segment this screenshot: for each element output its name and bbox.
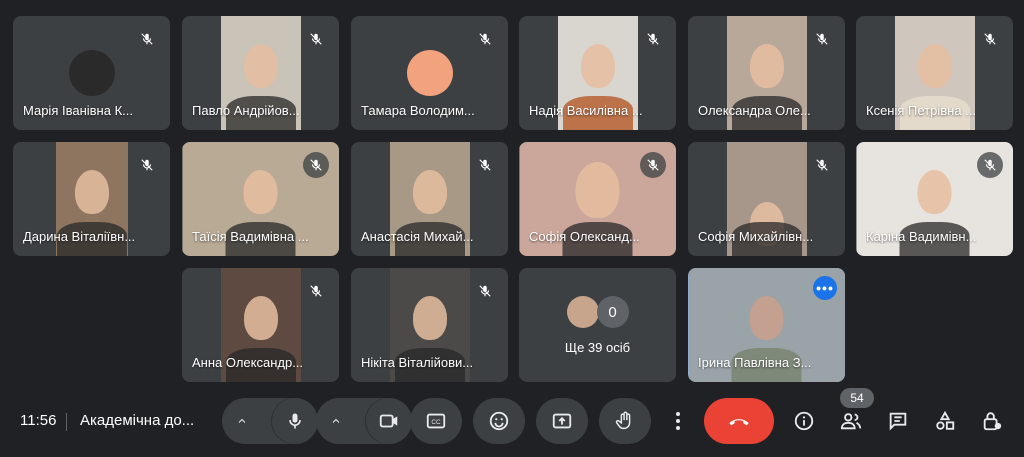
avatar: [566, 296, 599, 328]
participant-name: Анастасія Михай...: [361, 229, 474, 244]
mic-off-icon: [977, 26, 1003, 52]
emoji-button[interactable]: [473, 398, 525, 444]
participant-name: Марія Іванівна К...: [23, 103, 133, 118]
participant-name: Тамара Володим...: [361, 103, 475, 118]
other-participants-tile[interactable]: 0 Ще 39 осіб: [519, 268, 676, 382]
mic-button[interactable]: [272, 398, 318, 444]
participant-name: Софія Михайлівн...: [698, 229, 814, 244]
participant-name: Ксенія Петрівна ...: [866, 103, 976, 118]
avatar: [68, 50, 115, 96]
captions-button[interactable]: CC: [410, 398, 462, 444]
participant-name: Нікіта Віталійови...: [361, 355, 474, 370]
chevron-up-icon[interactable]: [222, 415, 262, 427]
participant-tile[interactable]: Таїсія Вадимівна ...: [182, 142, 339, 256]
participant-name: Каріна Вадимівн...: [866, 229, 977, 244]
other-participants-avatars: 0: [566, 296, 629, 328]
activities-button[interactable]: [932, 408, 958, 434]
captions-icon: CC: [426, 413, 446, 429]
others-count: 0: [596, 296, 629, 328]
mic-off-icon: [303, 278, 329, 304]
mic-off-icon: [809, 152, 835, 178]
mic-off-icon: [303, 26, 329, 52]
participant-name: Надія Василівна ...: [529, 103, 643, 118]
more-options-icon[interactable]: •••: [813, 276, 837, 300]
raise-hand-button[interactable]: [599, 398, 651, 444]
presenter-tile[interactable]: ••• Ірина Павлівна З...: [688, 268, 845, 382]
mic-off-icon: [303, 152, 329, 178]
participant-name: Таїсія Вадимівна ...: [192, 229, 309, 244]
participant-name: Олександра Оле...: [698, 103, 811, 118]
present-button[interactable]: [536, 398, 588, 444]
meeting-title: Академічна до...: [80, 412, 195, 429]
participant-tile[interactable]: Дарина Віталіївн...: [13, 142, 170, 256]
participant-tile[interactable]: Нікіта Віталійови...: [351, 268, 508, 382]
present-screen-icon: [552, 413, 572, 429]
mic-off-icon: [472, 278, 498, 304]
chat-icon: [889, 412, 907, 431]
mic-off-icon: [472, 152, 498, 178]
participant-tile[interactable]: Анна Олександр...: [182, 268, 339, 382]
info-icon: [794, 411, 814, 431]
people-button[interactable]: [838, 408, 864, 434]
others-label: Ще 39 осіб: [564, 340, 631, 355]
participant-tile[interactable]: Софія Олександ...: [519, 142, 676, 256]
participant-tile[interactable]: Каріна Вадимівн...: [856, 142, 1013, 256]
more-options-button[interactable]: [665, 398, 691, 444]
participant-tile[interactable]: Олександра Оле...: [688, 16, 845, 130]
participant-tile[interactable]: Софія Михайлівн...: [688, 142, 845, 256]
participant-tile[interactable]: Марія Іванівна К...: [13, 16, 170, 130]
svg-text:CC: CC: [431, 419, 441, 426]
mic-off-icon: [640, 152, 666, 178]
smile-icon: [489, 411, 509, 431]
participants-count-badge: 54: [840, 388, 874, 408]
mic-off-icon: [134, 26, 160, 52]
participant-name: Павло Андрійов...: [192, 103, 300, 118]
participant-name: Анна Олександр...: [192, 355, 304, 370]
participant-name: Ірина Павлівна З...: [698, 355, 812, 370]
mic-off-icon: [640, 26, 666, 52]
leave-call-button[interactable]: [704, 398, 774, 444]
participant-tile[interactable]: Ксенія Петрівна ...: [856, 16, 1013, 130]
chevron-up-icon[interactable]: [316, 415, 356, 427]
mic-control: [222, 398, 318, 444]
participant-name: Софія Олександ...: [529, 229, 640, 244]
camera-control: [316, 398, 412, 444]
people-icon: [840, 413, 862, 430]
clock: 11:56: [20, 412, 57, 429]
participant-tile[interactable]: Павло Андрійов...: [182, 16, 339, 130]
more-vert-icon: [676, 412, 680, 430]
divider: [66, 413, 67, 431]
info-button[interactable]: [791, 408, 817, 434]
hang-up-icon: [729, 419, 749, 426]
shapes-icon: [936, 410, 955, 430]
mic-off-icon: [134, 152, 160, 178]
mic-off-icon: [809, 26, 835, 52]
lock-person-icon: [983, 412, 1002, 431]
participant-tile[interactable]: Анастасія Михай...: [351, 142, 508, 256]
host-controls-button[interactable]: [979, 408, 1005, 434]
participant-tile[interactable]: Тамара Володим...: [351, 16, 508, 130]
camera-button[interactable]: [366, 398, 412, 444]
hand-icon: [615, 411, 631, 430]
chat-button[interactable]: [885, 408, 911, 434]
avatar: [406, 50, 453, 96]
participant-tile[interactable]: Надія Василівна ...: [519, 16, 676, 130]
participant-name: Дарина Віталіївн...: [23, 229, 136, 244]
mic-off-icon: [977, 152, 1003, 178]
mic-off-icon: [472, 26, 498, 52]
